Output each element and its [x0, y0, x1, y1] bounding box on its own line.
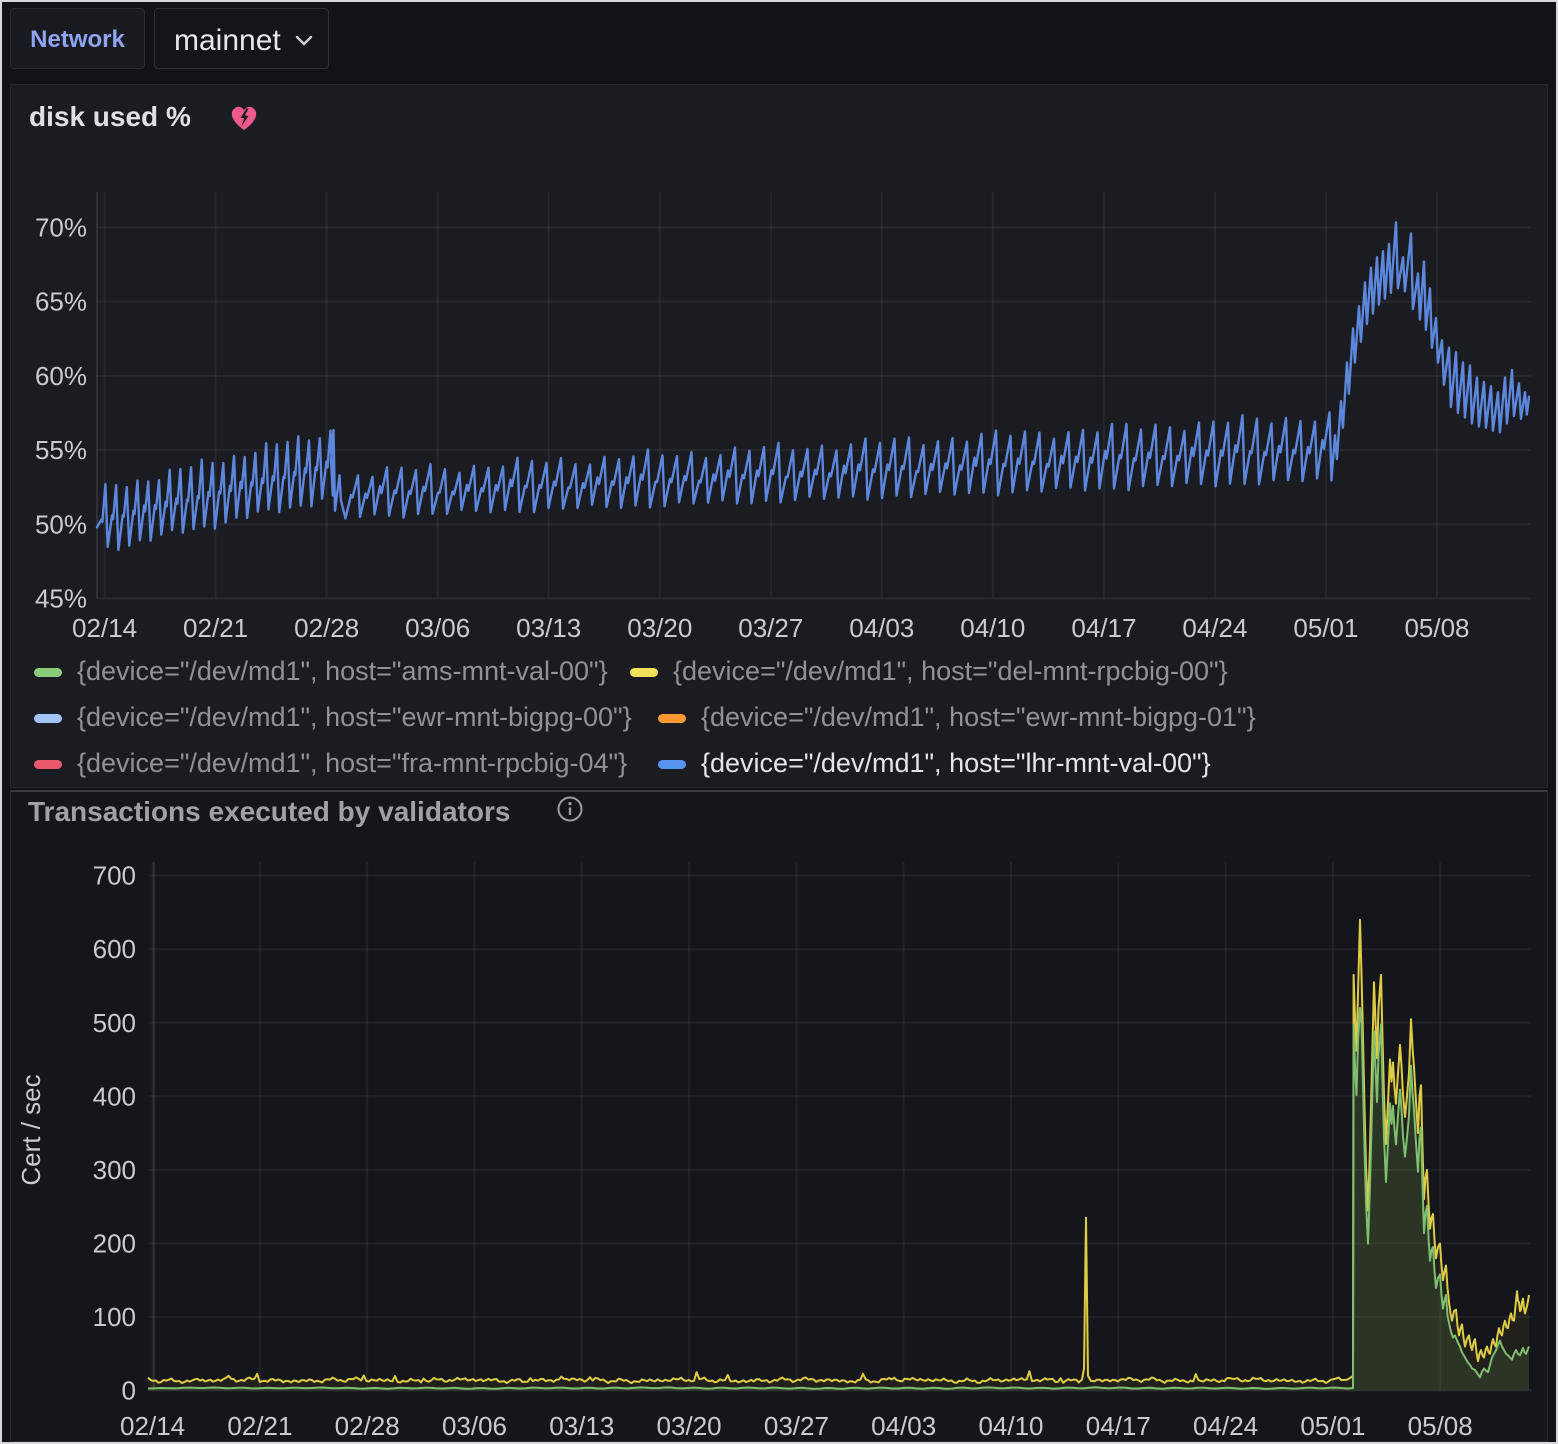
- svg-text:55%: 55%: [35, 435, 87, 465]
- svg-text:02/28: 02/28: [335, 1411, 400, 1441]
- svg-text:02/28: 02/28: [294, 613, 359, 643]
- svg-text:45%: 45%: [35, 584, 87, 614]
- svg-text:04/10: 04/10: [960, 613, 1025, 643]
- svg-text:03/06: 03/06: [442, 1411, 507, 1441]
- svg-text:05/01: 05/01: [1300, 1411, 1365, 1441]
- svg-text:02/21: 02/21: [227, 1411, 292, 1441]
- svg-text:100: 100: [93, 1302, 136, 1332]
- svg-text:0: 0: [122, 1376, 136, 1406]
- svg-text:04/03: 04/03: [849, 613, 914, 643]
- svg-text:04/17: 04/17: [1071, 613, 1136, 643]
- svg-text:70%: 70%: [35, 213, 87, 243]
- svg-text:03/13: 03/13: [549, 1411, 614, 1441]
- svg-text:300: 300: [93, 1155, 136, 1185]
- svg-text:60%: 60%: [35, 361, 87, 391]
- svg-text:03/13: 03/13: [516, 613, 581, 643]
- svg-text:02/14: 02/14: [120, 1411, 185, 1441]
- svg-text:02/21: 02/21: [183, 613, 248, 643]
- svg-text:03/20: 03/20: [657, 1411, 722, 1441]
- svg-text:05/01: 05/01: [1293, 613, 1358, 643]
- svg-text:04/10: 04/10: [978, 1411, 1043, 1441]
- svg-text:03/20: 03/20: [627, 613, 692, 643]
- svg-text:700: 700: [93, 861, 136, 891]
- svg-text:04/17: 04/17: [1086, 1411, 1151, 1441]
- svg-text:03/27: 03/27: [764, 1411, 829, 1441]
- svg-text:05/08: 05/08: [1408, 1411, 1473, 1441]
- svg-text:03/27: 03/27: [738, 613, 803, 643]
- svg-text:65%: 65%: [35, 287, 87, 317]
- svg-text:05/08: 05/08: [1404, 613, 1469, 643]
- svg-text:Cert / sec: Cert / sec: [16, 1074, 46, 1185]
- svg-text:04/03: 04/03: [871, 1411, 936, 1441]
- svg-text:03/06: 03/06: [405, 613, 470, 643]
- svg-text:04/24: 04/24: [1182, 613, 1247, 643]
- svg-text:400: 400: [93, 1081, 136, 1111]
- svg-text:200: 200: [93, 1229, 136, 1259]
- svg-text:600: 600: [93, 934, 136, 964]
- svg-text:500: 500: [93, 1008, 136, 1038]
- svg-text:04/24: 04/24: [1193, 1411, 1258, 1441]
- svg-text:50%: 50%: [35, 509, 87, 539]
- svg-text:02/14: 02/14: [72, 613, 137, 643]
